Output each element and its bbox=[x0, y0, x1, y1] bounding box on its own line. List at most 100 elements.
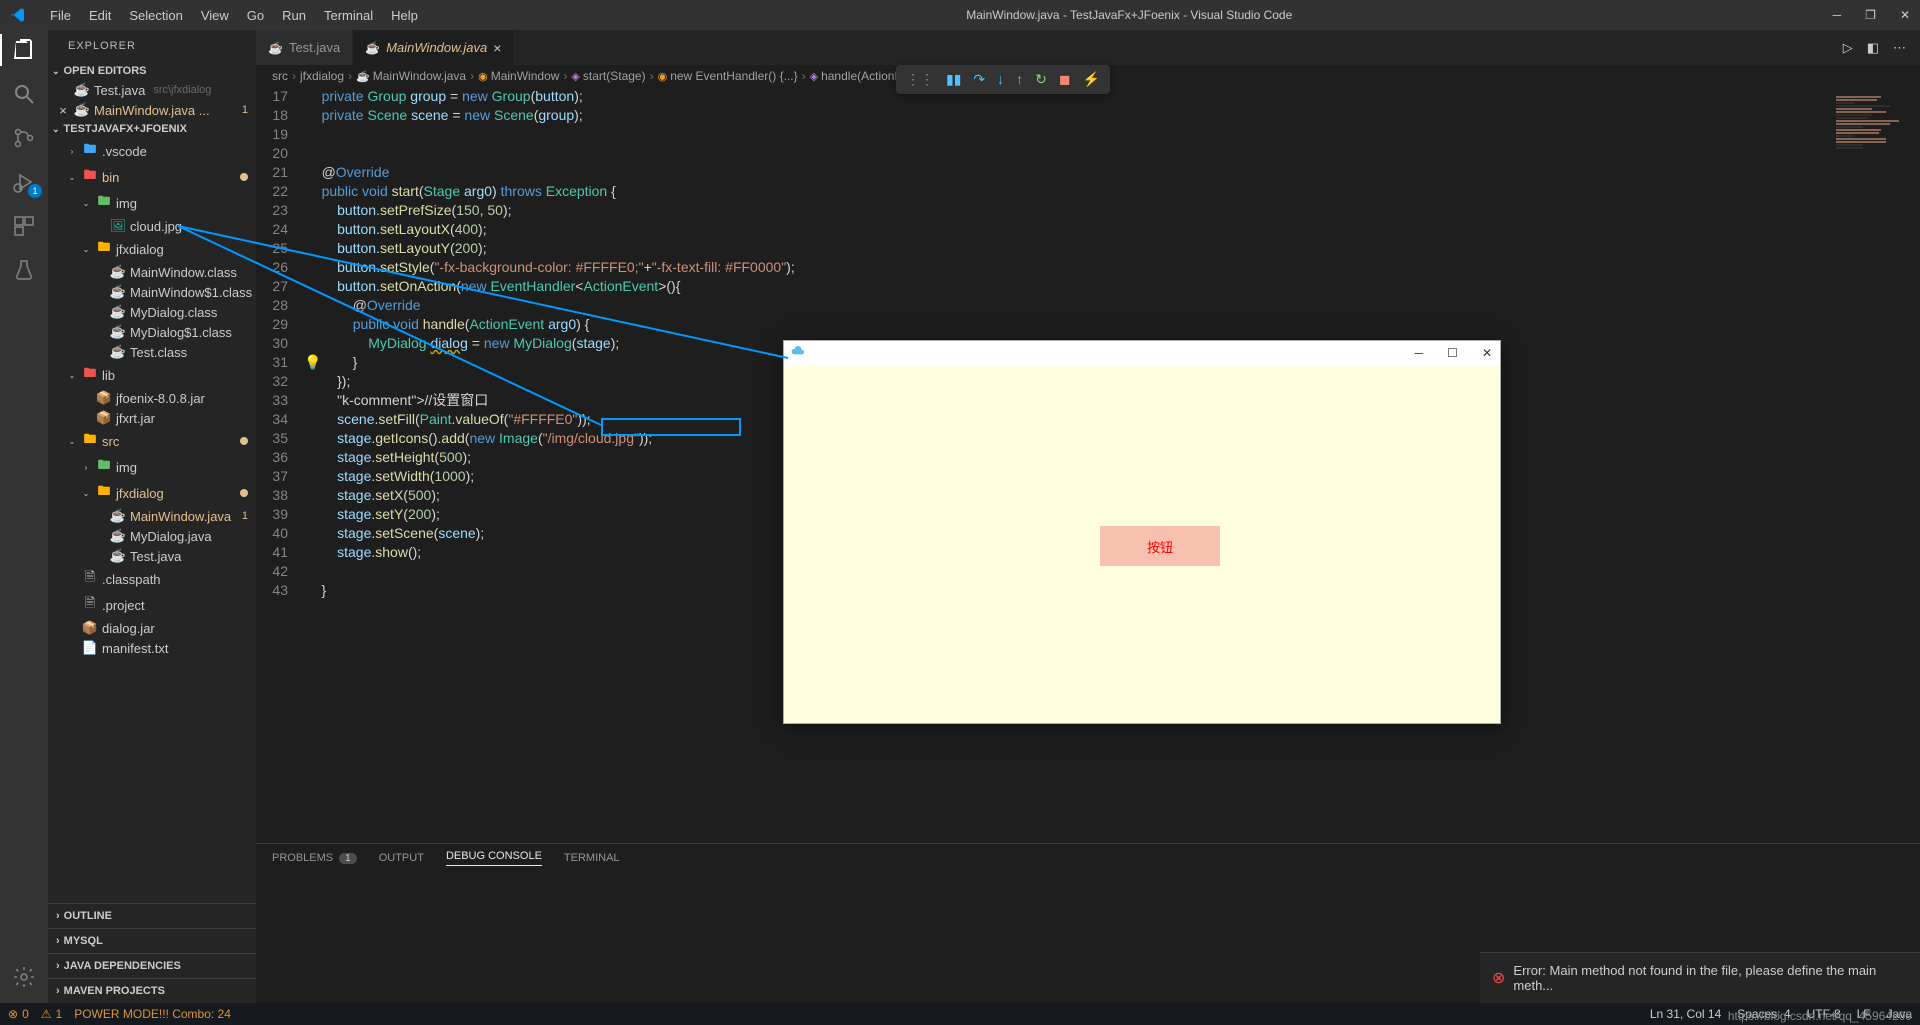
tree-item[interactable]: ☕MainWindow.class bbox=[48, 262, 256, 282]
panel-tab-output[interactable]: OUTPUT bbox=[379, 852, 424, 864]
minimap[interactable] bbox=[1830, 87, 1920, 843]
split-editor-icon[interactable]: ◧ bbox=[1867, 40, 1879, 56]
tree-item[interactable]: ☕MainWindow.java1 bbox=[48, 506, 256, 526]
menu-terminal[interactable]: Terminal bbox=[316, 4, 381, 27]
run-icon[interactable]: ▷ bbox=[1843, 40, 1853, 56]
tree-item[interactable]: ☕ MyDialog.class bbox=[48, 302, 256, 322]
debug-drag-icon[interactable]: ⋮⋮ bbox=[906, 71, 934, 88]
menu-view[interactable]: View bbox=[193, 4, 237, 27]
debug-continue-icon[interactable]: ▮▮ bbox=[946, 71, 961, 88]
title-bar: File Edit Selection View Go Run Terminal… bbox=[0, 0, 1920, 30]
breadcrumb-item[interactable]: ☕MainWindow.java bbox=[356, 69, 466, 83]
lightbulb-icon[interactable]: 💡 bbox=[304, 353, 321, 372]
activity-test[interactable] bbox=[12, 258, 36, 282]
menu-run[interactable]: Run bbox=[274, 4, 314, 27]
sidebar-section-java-dependencies[interactable]: ›JAVA DEPENDENCIES bbox=[48, 953, 256, 978]
more-actions-icon[interactable]: ⋯ bbox=[1893, 40, 1906, 56]
text-icon: 📄 bbox=[82, 640, 98, 656]
breadcrumb-item[interactable]: jfxdialog bbox=[300, 69, 344, 83]
debug-step-out-icon[interactable]: ↑ bbox=[1016, 71, 1023, 88]
tree-item[interactable]: ☕MainWindow$1.class bbox=[48, 282, 256, 302]
breadcrumb-item[interactable]: ◉new EventHandler() {...} bbox=[658, 69, 798, 83]
tree-label: MainWindow.class bbox=[130, 265, 237, 280]
error-message: Error: Main method not found in the file… bbox=[1513, 963, 1890, 993]
close-icon[interactable]: × bbox=[56, 103, 70, 118]
tree-label: MainWindow$1.class bbox=[130, 285, 252, 300]
menu-file[interactable]: File bbox=[42, 4, 79, 27]
tree-item[interactable]: ›🖿img bbox=[48, 454, 256, 480]
minimize-button[interactable]: ─ bbox=[1833, 8, 1842, 22]
tree-label: lib bbox=[102, 368, 115, 383]
tab-close-icon[interactable]: × bbox=[493, 40, 501, 56]
tree-item[interactable]: 🗎.classpath bbox=[48, 566, 256, 592]
maximize-button[interactable]: ❐ bbox=[1865, 8, 1876, 22]
folder-red-icon: 🖿 bbox=[82, 364, 98, 386]
activity-extensions[interactable] bbox=[12, 214, 36, 238]
tree-item[interactable]: ☕Test.java bbox=[48, 546, 256, 566]
tree-label: bin bbox=[102, 170, 119, 185]
section-workspace[interactable]: ⌄TESTJAVAFX+JFOENIX bbox=[48, 120, 256, 138]
panel-tab-debug-console[interactable]: DEBUG CONSOLE bbox=[446, 850, 542, 866]
tree-item[interactable]: 📦jfoenix-8.0.8.jar bbox=[48, 388, 256, 408]
menu-selection[interactable]: Selection bbox=[121, 4, 190, 27]
breadcrumb-item[interactable]: ◉MainWindow bbox=[478, 69, 559, 83]
tree-item[interactable]: ☕Test.class bbox=[48, 342, 256, 362]
tree-item[interactable]: ☕MyDialog.java bbox=[48, 526, 256, 546]
modified-dot bbox=[240, 489, 248, 497]
activity-search[interactable] bbox=[12, 82, 36, 106]
activity-debug[interactable]: 1 bbox=[12, 170, 36, 194]
status-warnings[interactable]: ⚠1 bbox=[41, 1007, 62, 1021]
tree-item[interactable]: 🖼cloud.jpg bbox=[48, 216, 256, 236]
tree-item[interactable]: ›🖿.vscode bbox=[48, 138, 256, 164]
tree-item[interactable]: ⌄🖿lib bbox=[48, 362, 256, 388]
breadcrumb-item[interactable]: src bbox=[272, 69, 288, 83]
activity-scm[interactable] bbox=[12, 126, 36, 150]
menu-help[interactable]: Help bbox=[383, 4, 426, 27]
tree-item[interactable]: ⌄🖿src bbox=[48, 428, 256, 454]
close-button[interactable]: ✕ bbox=[1900, 8, 1910, 22]
debug-step-over-icon[interactable]: ↷ bbox=[973, 71, 985, 88]
menu-edit[interactable]: Edit bbox=[81, 4, 119, 27]
tab-mainwindow-java[interactable]: ☕ MainWindow.java × bbox=[353, 30, 514, 65]
javafx-button[interactable]: 按钮 bbox=[1100, 526, 1220, 566]
tree-item[interactable]: ⌄🖿jfxdialog bbox=[48, 236, 256, 262]
tree-label: MainWindow.java bbox=[130, 509, 231, 524]
tree-item[interactable]: ⌄🖿jfxdialog bbox=[48, 480, 256, 506]
sidebar-section-mysql[interactable]: ›MYSQL bbox=[48, 928, 256, 953]
java-class-icon: ☕ bbox=[110, 304, 126, 320]
status-power-mode[interactable]: POWER MODE!!! Combo: 24 bbox=[74, 1007, 231, 1021]
tree-item[interactable]: ⌄🖿bin bbox=[48, 164, 256, 190]
image-icon: 🖼 bbox=[110, 218, 126, 234]
debug-stop-icon[interactable]: ◼ bbox=[1059, 71, 1071, 88]
panel-tab-terminal[interactable]: TERMINAL bbox=[564, 852, 620, 864]
debug-hot-icon[interactable]: ⚡ bbox=[1083, 71, 1100, 88]
jfx-close-button[interactable]: ✕ bbox=[1482, 346, 1492, 360]
status-errors[interactable]: ⊗0 bbox=[8, 1007, 29, 1021]
breadcrumb-item[interactable]: ◈start(Stage) bbox=[571, 69, 645, 83]
menu-go[interactable]: Go bbox=[239, 4, 272, 27]
open-editor-item[interactable]: ☕Test.javasrc\jfxdialog bbox=[48, 80, 256, 100]
jfx-minimize-button[interactable]: ─ bbox=[1415, 346, 1424, 360]
sidebar-section-outline[interactable]: ›OUTLINE bbox=[48, 903, 256, 928]
tree-item[interactable]: ⌄🖿img bbox=[48, 190, 256, 216]
error-notification[interactable]: ⊗ Error: Main method not found in the fi… bbox=[1480, 952, 1920, 1003]
activity-explorer[interactable] bbox=[12, 38, 36, 62]
panel-tab-problems[interactable]: PROBLEMS1 bbox=[272, 852, 357, 864]
tree-item[interactable]: ☕MyDialog$1.class bbox=[48, 322, 256, 342]
tree-label: MyDialog.class bbox=[130, 305, 217, 320]
section-open-editors[interactable]: ⌄OPEN EDITORS bbox=[48, 62, 256, 80]
open-editor-item[interactable]: ×☕MainWindow.java ...1 bbox=[48, 100, 256, 120]
tree-item[interactable]: 📦dialog.jar bbox=[48, 618, 256, 638]
jfx-maximize-button[interactable]: ☐ bbox=[1447, 346, 1458, 360]
activity-settings[interactable] bbox=[12, 965, 36, 989]
debug-restart-icon[interactable]: ↻ bbox=[1035, 71, 1047, 88]
tree-item[interactable]: 📦jfxrt.jar bbox=[48, 408, 256, 428]
debug-step-into-icon[interactable]: ↓ bbox=[997, 71, 1004, 88]
tab-test-java[interactable]: ☕ Test.java bbox=[256, 30, 353, 65]
sidebar-section-maven-projects[interactable]: ›MAVEN PROJECTS bbox=[48, 978, 256, 1003]
status-cursor-pos[interactable]: Ln 31, Col 14 bbox=[1650, 1007, 1721, 1021]
tree-item[interactable]: 📄manifest.txt bbox=[48, 638, 256, 658]
chevron-icon: ⌄ bbox=[80, 489, 92, 498]
tree-item[interactable]: 🗎.project bbox=[48, 592, 256, 618]
vscode-logo bbox=[10, 7, 42, 23]
